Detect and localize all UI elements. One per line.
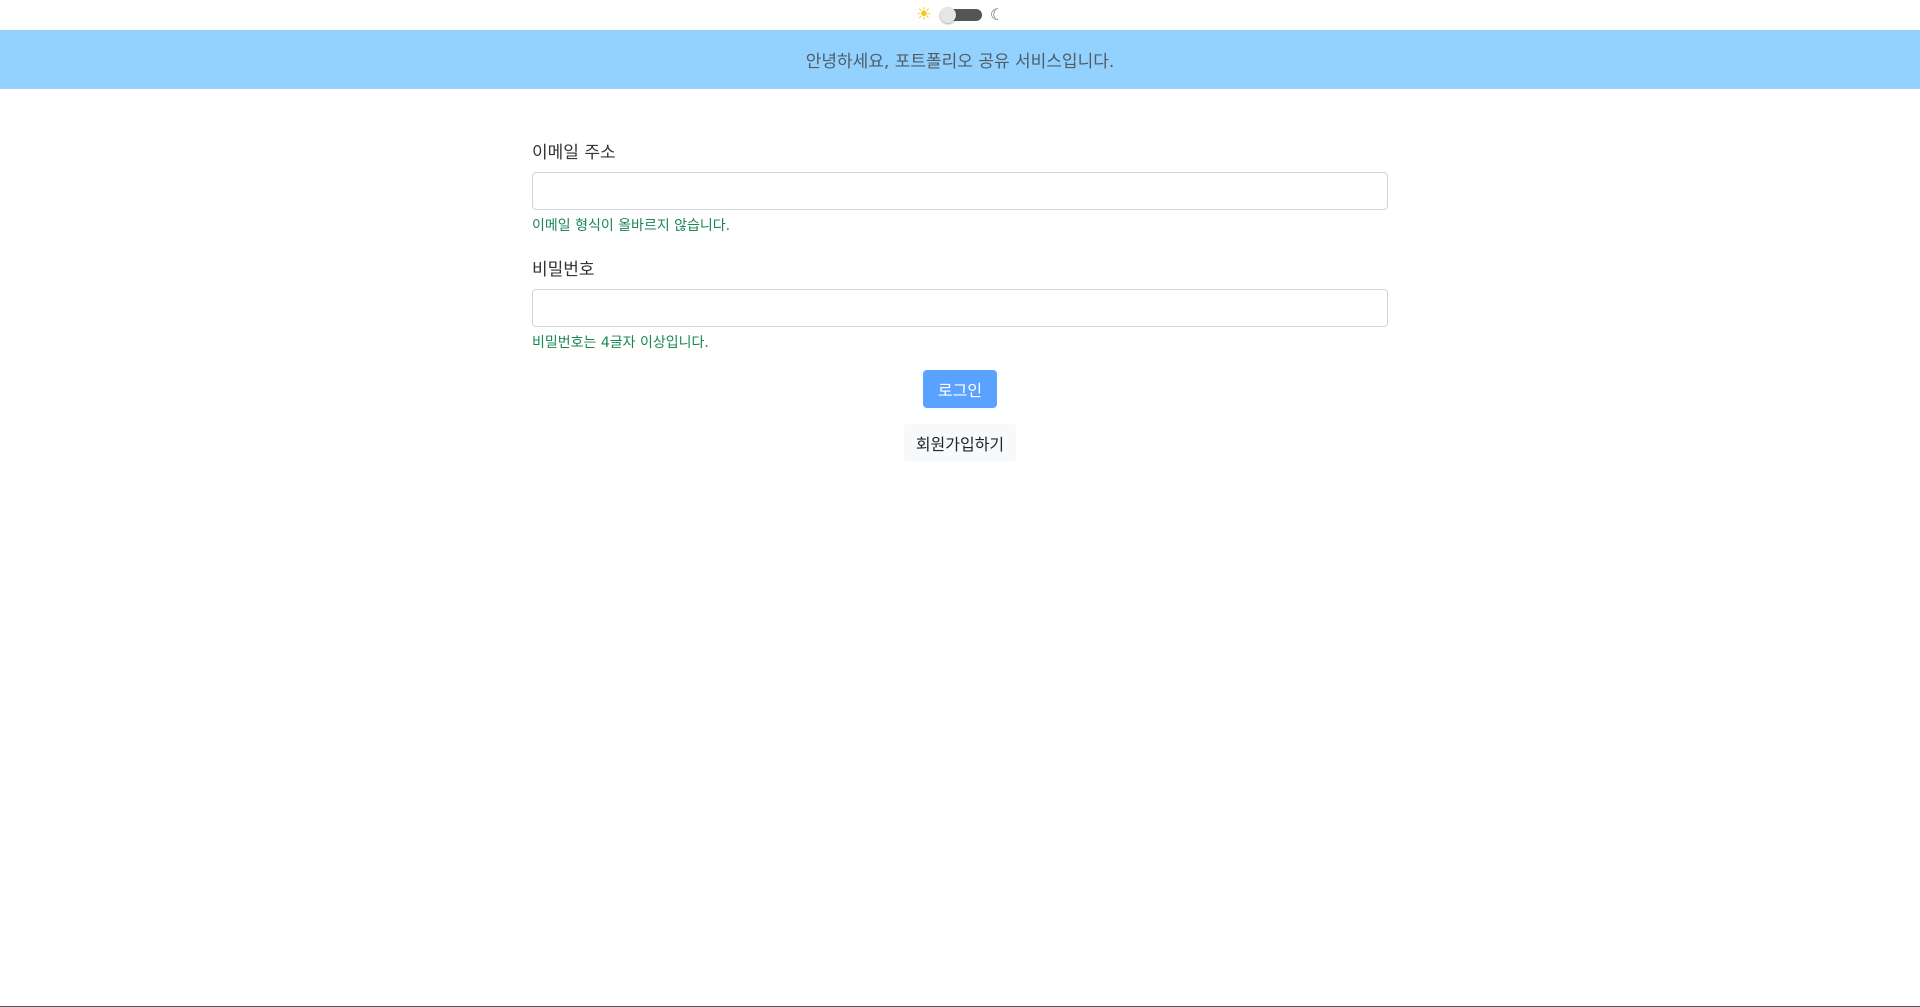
login-button[interactable]: 로그인 — [923, 370, 997, 408]
signup-button[interactable]: 회원가입하기 — [903, 424, 1017, 462]
email-label: 이메일 주소 — [532, 143, 616, 163]
password-input[interactable] — [532, 289, 1388, 327]
password-group: 비밀번호 비밀번호는 4글자 이상입니다. — [532, 255, 1388, 352]
email-input[interactable] — [532, 172, 1388, 210]
banner-text: 안녕하세요, 포트폴리오 공유 서비스입니다. — [805, 52, 1115, 72]
login-page: ☀ ☾ 안녕하세요, 포트폴리오 공유 서비스입니다. 이메일 주소 이메일 형… — [0, 0, 1920, 1007]
password-hint: 비밀번호는 4글자 이상입니다. — [532, 335, 709, 351]
login-form: 이메일 주소 이메일 형식이 올바르지 않습니다. 비밀번호 비밀번호는 4글자… — [532, 138, 1388, 462]
theme-switch-knob[interactable] — [939, 7, 956, 23]
email-hint: 이메일 형식이 올바르지 않습니다. — [532, 218, 731, 234]
form-actions: 로그인 회원가입하기 — [532, 370, 1388, 462]
password-label: 비밀번호 — [532, 260, 595, 280]
email-group: 이메일 주소 이메일 형식이 올바르지 않습니다. — [532, 138, 1388, 235]
moon-icon: ☾ — [989, 5, 1005, 24]
sun-icon: ☀ — [915, 4, 932, 25]
welcome-banner: 안녕하세요, 포트폴리오 공유 서비스입니다. — [0, 30, 1920, 89]
theme-switch[interactable] — [939, 7, 982, 23]
theme-toggle-bar: ☀ ☾ — [0, 0, 1920, 30]
